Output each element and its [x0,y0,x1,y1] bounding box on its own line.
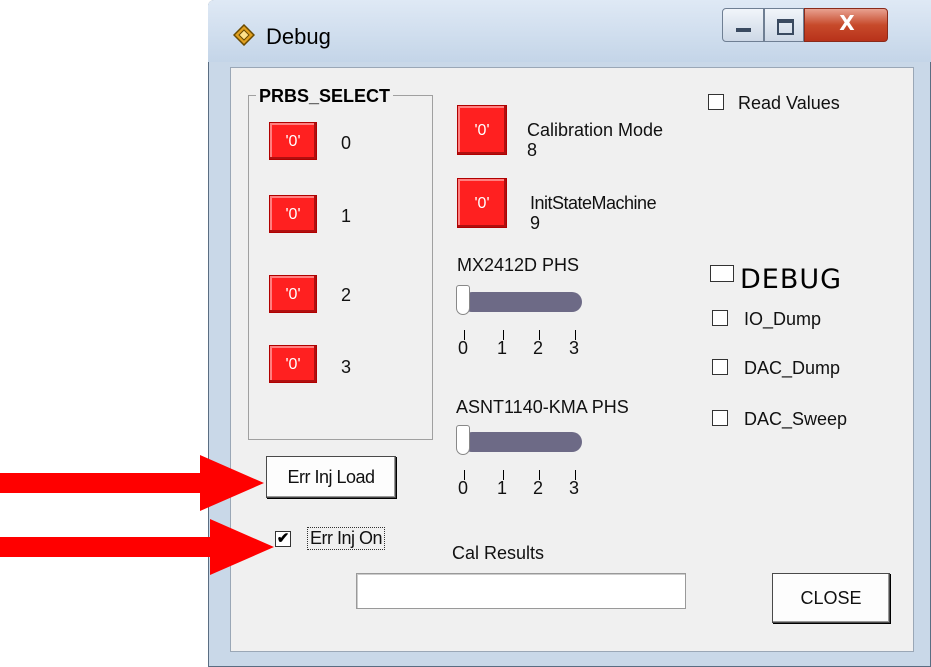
minimize-icon [736,28,751,32]
prbs-bit-0-label: 0 [341,133,352,153]
asnt1140-kma-phs-slider-track[interactable] [462,432,582,452]
err-inj-on-checkbox[interactable]: ✔ [275,531,291,547]
prbs-bit-3-label: 3 [341,357,352,377]
prbs-bit-2-label: 2 [341,285,352,305]
dac-sweep-checkbox[interactable] [712,410,728,426]
init-state-machine-bit: 9 [530,213,541,233]
err-inj-load-button[interactable]: Err Inj Load [266,456,396,498]
calibration-mode-button[interactable]: '0' [457,105,507,155]
err-inj-on-label: Err Inj On [307,527,386,550]
slider-tick-label: 3 [569,338,580,358]
slider-tick-label: 0 [458,478,469,498]
annotation-arrow-shaft [0,473,210,493]
cal-results-label: Cal Results [452,543,545,563]
slider-tick-label: 1 [497,478,508,498]
io-dump-label: IO_Dump [744,309,822,329]
dac-dump-checkbox[interactable] [712,359,728,375]
calibration-mode-label: Calibration Mode [527,120,664,140]
prbs-bit-1-label: 1 [341,206,352,226]
slider-tick-label: 0 [458,338,469,358]
prbs-bit-2-button[interactable]: '0' [269,275,317,313]
mx2412d-phs-label: MX2412D PHS [457,255,580,275]
dac-dump-label: DAC_Dump [744,358,841,378]
asnt1140-kma-phs-slider-thumb[interactable] [456,425,470,455]
prbs-bit-1-button[interactable]: '0' [269,195,317,233]
asnt1140-kma-phs-label: ASNT1140-KMA PHS [456,397,629,417]
prbs-select-label: PRBS_SELECT [256,86,394,107]
slider-tick-label: 3 [569,478,580,498]
maximize-icon [777,19,794,35]
annotation-arrow-shaft [0,537,220,557]
app-icon [233,24,255,46]
slider-tick-label: 2 [533,338,544,358]
read-values-label: Read Values [738,93,840,113]
close-icon: X [839,11,855,35]
calibration-mode-bit: 8 [527,140,538,160]
slider-tick-label: 2 [533,478,544,498]
annotation-arrow-icon [210,519,274,575]
debug-checkbox[interactable] [710,265,734,282]
mx2412d-phs-slider-thumb[interactable] [456,285,470,315]
cal-results-field[interactable] [356,573,686,609]
prbs-bit-3-button[interactable]: '0' [269,345,317,383]
slider-tick-label: 1 [497,338,508,358]
window-close-button[interactable]: X [804,8,888,42]
debug-label: DEBUG [740,264,843,295]
prbs-bit-0-button[interactable]: '0' [269,122,317,160]
maximize-button[interactable] [764,8,804,42]
io-dump-checkbox[interactable] [712,310,728,326]
close-button[interactable]: CLOSE [772,573,890,623]
init-state-machine-label: InitStateMachine [530,193,657,213]
init-state-machine-button[interactable]: '0' [457,178,507,228]
minimize-button[interactable] [722,8,764,42]
window-title: Debug [266,24,331,49]
read-values-checkbox[interactable] [708,94,724,110]
mx2412d-phs-slider-track[interactable] [462,292,582,312]
annotation-arrow-icon [200,455,264,511]
dac-sweep-label: DAC_Sweep [744,409,848,429]
